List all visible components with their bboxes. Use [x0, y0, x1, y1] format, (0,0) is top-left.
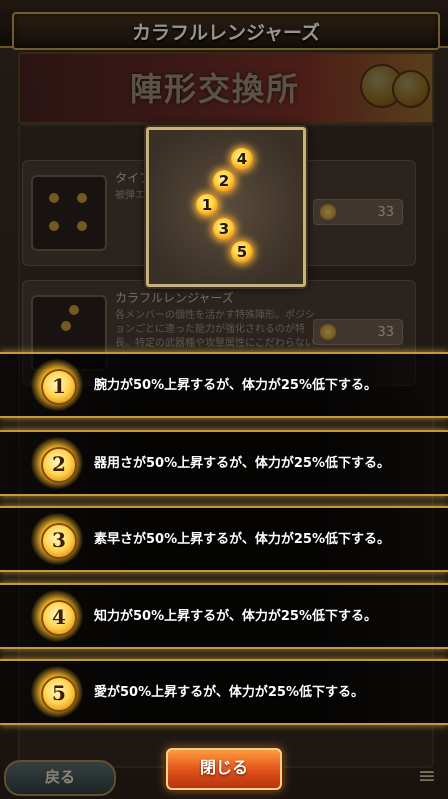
effect-text: 器用さが50%上昇するが、体力が25%低下する。: [94, 456, 390, 471]
effect-text: 素早さが50%上昇するが、体力が25%低下する。: [94, 532, 390, 547]
position-badge: 4: [31, 590, 83, 642]
effect-row: 2 器用さが50%上昇するが、体力が25%低下する。: [0, 430, 448, 496]
position-badge: 3: [31, 513, 83, 565]
position-badge: 5: [31, 666, 83, 718]
effect-text: 腕力が50%上昇するが、体力が25%低下する。: [94, 378, 377, 393]
effect-text: 知力が50%上昇するが、体力が25%低下する。: [94, 609, 377, 624]
position-slot: 3: [213, 218, 235, 240]
position-slot: 5: [231, 241, 253, 263]
position-number: 2: [41, 447, 77, 483]
effect-row: 3 素早さが50%上昇するが、体力が25%低下する。: [0, 506, 448, 572]
position-slot: 2: [213, 170, 235, 192]
position-number: 5: [41, 676, 77, 712]
position-number: 1: [41, 369, 77, 405]
formation-pattern-card: 4 2 1 3 5: [146, 127, 306, 287]
position-slot: 1: [196, 194, 218, 216]
close-button[interactable]: 閉じる: [166, 748, 282, 790]
effect-row: 1 腕力が50%上昇するが、体力が25%低下する。: [0, 352, 448, 418]
position-badge: 2: [31, 437, 83, 489]
position-number: 4: [41, 600, 77, 636]
effect-text: 愛が50%上昇するが、体力が25%低下する。: [94, 685, 364, 700]
position-badge: 1: [31, 359, 83, 411]
effect-row: 4 知力が50%上昇するが、体力が25%低下する。: [0, 583, 448, 649]
effect-row: 5 愛が50%上昇するが、体力が25%低下する。: [0, 659, 448, 725]
position-slot: 4: [231, 148, 253, 170]
position-number: 3: [41, 523, 77, 559]
